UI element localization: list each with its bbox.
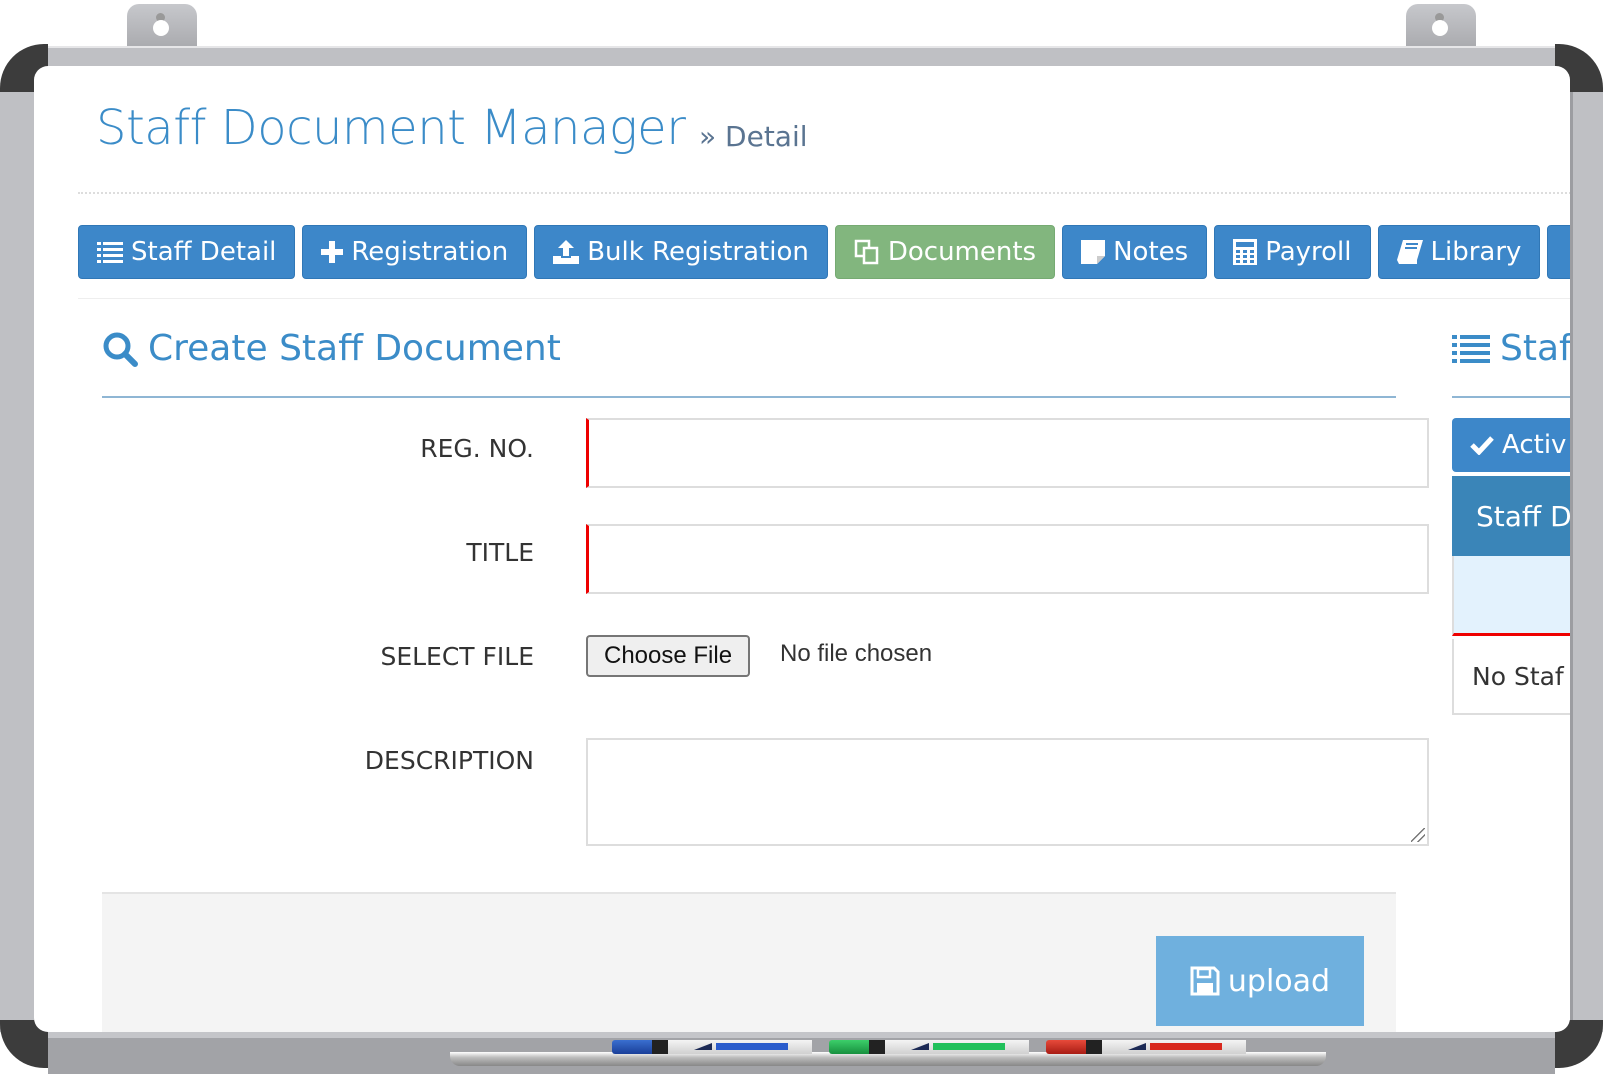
tab-label: Library (1430, 237, 1522, 267)
nav-tabs: Staff Detail Registration Bulk Registrat… (78, 225, 1570, 279)
choose-file-button[interactable]: Choose File (586, 635, 751, 677)
panel-title-text: Staf (1500, 328, 1570, 369)
frame-hanger-right (1406, 4, 1476, 48)
tab-notes[interactable]: Notes (1062, 225, 1208, 279)
copy-icon (854, 239, 880, 265)
tab-more[interactable] (1547, 225, 1570, 279)
calculator-icon (1233, 239, 1258, 265)
sticky-note-icon (1081, 240, 1106, 264)
frame-top (48, 46, 1555, 68)
form-title-text: Create Staff Document (148, 328, 561, 369)
table-header: Staff D (1452, 476, 1570, 556)
reg-no-label: REG. NO. (420, 434, 534, 463)
staff-documents-panel-title: Staf (1452, 328, 1570, 369)
table-filter-row (1452, 556, 1570, 636)
save-icon (1190, 966, 1220, 996)
divider (1452, 396, 1570, 398)
tab-label: Registration (351, 237, 509, 267)
page-title: Staff Document Manager (96, 100, 686, 156)
description-label: DESCRIPTION (364, 746, 534, 775)
list-icon (97, 241, 123, 263)
empty-message: No Staf (1452, 639, 1570, 715)
active-label: Activ (1502, 430, 1567, 460)
upload-icon (553, 240, 580, 264)
tab-staff-detail[interactable]: Staff Detail (78, 225, 296, 279)
tab-label: Documents (887, 237, 1037, 267)
tab-documents[interactable]: Documents (834, 225, 1056, 279)
select-file-label: SELECT FILE (380, 642, 534, 671)
frame-hanger-left (127, 4, 197, 48)
marker-tray (450, 1052, 1326, 1066)
book-icon (1396, 240, 1423, 264)
description-textarea[interactable] (586, 738, 1429, 846)
divider (78, 192, 1570, 194)
plus-icon (321, 241, 344, 263)
tab-registration[interactable]: Registration (302, 225, 528, 279)
tab-label: Staff Detail (131, 237, 277, 267)
tab-label: Notes (1113, 237, 1189, 267)
frame-right (1570, 92, 1603, 1032)
upload-label: upload (1227, 963, 1331, 999)
check-icon (1470, 435, 1494, 455)
list-icon (1452, 334, 1490, 364)
reg-no-input[interactable] (586, 418, 1429, 488)
resize-handle[interactable] (1411, 828, 1425, 842)
tab-library[interactable]: Library (1377, 225, 1541, 279)
blue-marker (612, 1040, 812, 1054)
red-marker (1046, 1040, 1246, 1054)
divider (102, 396, 1396, 398)
search-icon (102, 331, 138, 367)
upload-button[interactable]: upload (1156, 936, 1364, 1026)
tab-label: Payroll (1265, 237, 1352, 267)
tab-payroll[interactable]: Payroll (1214, 225, 1371, 279)
tab-label: Bulk Registration (587, 237, 809, 267)
form-title: Create Staff Document (102, 328, 561, 369)
tab-bulk-registration[interactable]: Bulk Registration (534, 225, 828, 279)
active-filter-button[interactable]: Activ (1452, 418, 1570, 472)
divider (78, 298, 1570, 299)
title-label: TITLE (466, 538, 534, 567)
frame-left (0, 92, 37, 1032)
title-input[interactable] (586, 524, 1429, 594)
breadcrumb: » Detail (699, 120, 808, 153)
app-content: Staff Document Manager » Detail Staff De… (34, 66, 1570, 1032)
file-status: No file chosen (780, 640, 933, 667)
green-marker (829, 1040, 1029, 1054)
